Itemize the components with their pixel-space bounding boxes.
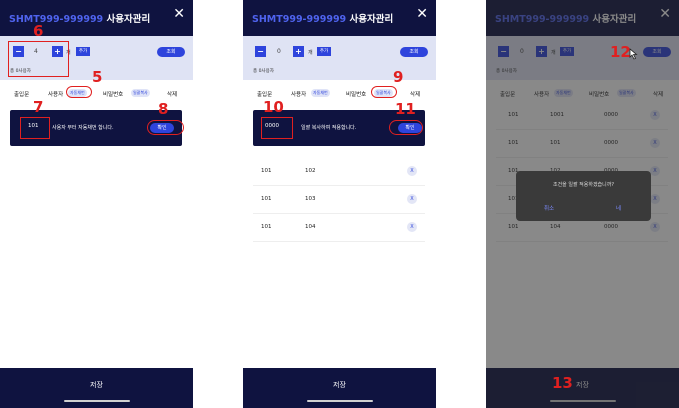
auto-number-pill[interactable]: 자동채번 bbox=[311, 89, 330, 97]
quantity-control-bar: − 0 + 개 추가 조회 총 0사용자 bbox=[243, 36, 436, 80]
close-icon[interactable]: ✕ bbox=[416, 7, 428, 21]
app-header: SHMT999-999999 사용자관리 ✕ bbox=[0, 0, 193, 36]
table-row[interactable]: 101 103 X bbox=[253, 186, 425, 214]
dialog-message: 조건을 일괄 적용하겠습니까? bbox=[552, 182, 615, 188]
table-row[interactable]: 101 104 X bbox=[253, 214, 425, 242]
bulk-copy-pill[interactable]: 일괄복사 bbox=[131, 89, 150, 97]
door-cell: 101 bbox=[261, 224, 272, 230]
annotation-number-9: 9 bbox=[393, 68, 404, 86]
pointer-cursor-icon bbox=[629, 48, 638, 60]
annotation-number-13: 13 bbox=[552, 374, 573, 392]
bulk-copy-message: 일괄 복사하여 적용합니다. bbox=[301, 125, 357, 131]
annotation-box-11 bbox=[389, 120, 423, 135]
user-cell[interactable]: 102 bbox=[305, 168, 316, 174]
annotation-number-11: 11 bbox=[395, 100, 416, 118]
screen-2: SHMT999-999999 사용자관리 ✕ − 0 + 개 추가 조회 총 0… bbox=[243, 0, 436, 408]
app-header: SHMT999-999999 사용자관리 ✕ bbox=[243, 0, 436, 36]
footer: 저장 bbox=[0, 368, 193, 408]
annotation-box-9 bbox=[371, 86, 397, 98]
column-password: 비밀번호 bbox=[346, 92, 367, 98]
column-door: 출입문 bbox=[14, 92, 30, 98]
footer: 저장 bbox=[243, 368, 436, 408]
add-button[interactable]: 추가 bbox=[317, 47, 331, 56]
column-delete: 삭제 bbox=[410, 92, 421, 98]
annotation-box-8 bbox=[147, 120, 184, 135]
annotation-number-5: 5 bbox=[92, 68, 103, 86]
confirm-dialog: 조건을 일괄 적용하겠습니까? 취소 네 bbox=[516, 171, 651, 221]
add-button[interactable]: 추가 bbox=[76, 47, 90, 56]
plus-button[interactable]: + bbox=[293, 46, 304, 57]
quantity-value[interactable]: 0 bbox=[277, 48, 281, 55]
annotation-box-7 bbox=[20, 117, 50, 139]
column-delete: 삭제 bbox=[167, 92, 178, 98]
delete-icon[interactable]: X bbox=[407, 166, 417, 176]
column-password: 비밀번호 bbox=[103, 92, 124, 98]
annotation-number-6: 6 bbox=[33, 22, 44, 40]
save-button[interactable]: 저장 bbox=[0, 380, 193, 390]
home-indicator bbox=[64, 400, 130, 402]
table-row[interactable]: 101 102 X bbox=[253, 158, 425, 186]
home-indicator bbox=[307, 400, 373, 402]
view-button[interactable]: 조회 bbox=[157, 47, 185, 57]
annotation-number-10: 10 bbox=[263, 98, 284, 116]
view-button[interactable]: 조회 bbox=[400, 47, 428, 57]
page-title: SHMT999-999999 사용자관리 bbox=[9, 14, 151, 25]
column-door: 출입문 bbox=[257, 92, 273, 98]
annotation-box-10 bbox=[261, 117, 293, 139]
close-icon[interactable]: ✕ bbox=[173, 7, 185, 21]
unit-label: 개 bbox=[308, 50, 313, 56]
annotation-number-8: 8 bbox=[158, 100, 169, 118]
annotation-box-6 bbox=[8, 41, 69, 77]
door-cell: 101 bbox=[261, 168, 272, 174]
save-button[interactable]: 저장 bbox=[243, 380, 436, 390]
user-cell[interactable]: 104 bbox=[305, 224, 316, 230]
ok-button[interactable]: 네 bbox=[616, 204, 621, 212]
cancel-button[interactable]: 취소 bbox=[544, 204, 554, 212]
door-cell: 101 bbox=[261, 196, 272, 202]
annotation-box-5 bbox=[66, 86, 92, 98]
delete-icon[interactable]: X bbox=[407, 222, 417, 232]
auto-number-message: 사용자 부터 자동채번 합니다. bbox=[52, 125, 114, 131]
screen-3: SHMT999-999999 사용자관리 ✕ − 0 + 개 추가 조회 총 0… bbox=[486, 0, 679, 408]
column-user: 사용자 bbox=[291, 92, 307, 98]
column-user: 사용자 bbox=[48, 92, 64, 98]
page-title: SHMT999-999999 사용자관리 bbox=[252, 14, 394, 25]
minus-button[interactable]: − bbox=[255, 46, 266, 57]
delete-icon[interactable]: X bbox=[407, 194, 417, 204]
total-count: 총 0사용자 bbox=[253, 69, 274, 74]
user-cell[interactable]: 103 bbox=[305, 196, 316, 202]
screen-1: SHMT999-999999 사용자관리 ✕ − 4 + 개 추가 조회 총 0… bbox=[0, 0, 193, 408]
annotation-number-7: 7 bbox=[33, 98, 44, 116]
